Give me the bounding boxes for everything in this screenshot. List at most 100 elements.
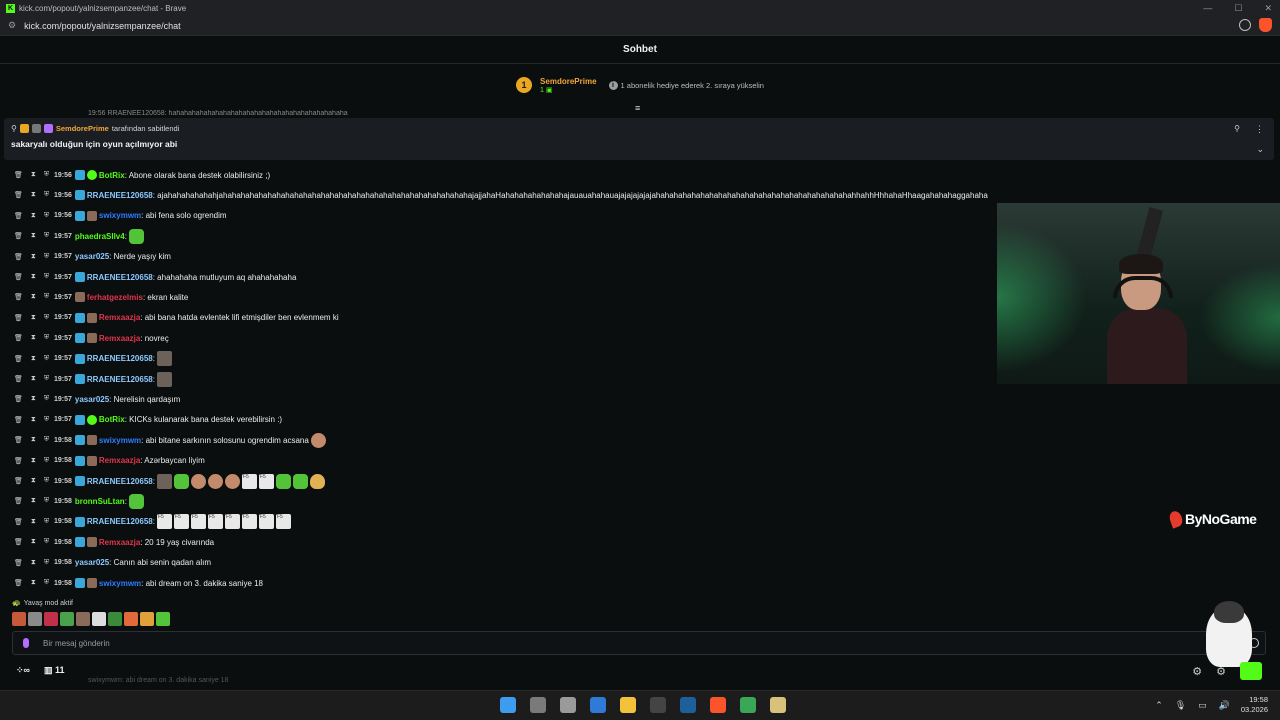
minimize-button[interactable]: — — [1203, 3, 1212, 13]
network-icon[interactable]: ▭ — [1198, 700, 1207, 711]
chevron-up-icon[interactable]: ⌃ — [1155, 700, 1163, 711]
ban-icon[interactable]: ⛨ — [44, 477, 49, 485]
message-username[interactable]: yasar025 — [75, 252, 109, 261]
photos-icon[interactable] — [590, 697, 606, 713]
message-username[interactable]: Remxaazja — [99, 538, 140, 547]
ban-icon[interactable]: ⛨ — [44, 355, 49, 363]
settings-icon[interactable]: ⚙ — [1216, 665, 1226, 678]
delete-icon[interactable]: 🗑 — [14, 559, 23, 567]
delete-icon[interactable]: 🗑 — [14, 293, 23, 301]
mod-actions[interactable]: 🗑 ⧗ ⛨ — [14, 355, 54, 363]
timeout-icon[interactable]: ⧗ — [31, 293, 36, 301]
emote-icon[interactable] — [44, 612, 58, 626]
mod-actions[interactable]: 🗑 ⧗ ⛨ — [14, 579, 54, 587]
timeout-icon[interactable]: ⧗ — [31, 416, 36, 424]
ban-icon[interactable]: ⛨ — [44, 416, 49, 424]
snipping-icon[interactable] — [560, 697, 576, 713]
steam-icon[interactable] — [680, 697, 696, 713]
gift-count-box[interactable]: ▥ 11 — [44, 665, 65, 676]
message-username[interactable]: Remxaazja — [99, 456, 140, 465]
mod-actions[interactable]: 🗑 ⧗ ⛨ — [14, 232, 54, 240]
mod-actions[interactable]: 🗑 ⧗ ⛨ — [14, 457, 54, 465]
task-view-icon[interactable] — [530, 697, 546, 713]
windows-start-icon[interactable] — [500, 697, 516, 713]
scroll-to-latest-icon[interactable]: ≡ — [635, 103, 640, 113]
ban-icon[interactable]: ⛨ — [44, 191, 49, 199]
brave-taskbar-icon[interactable] — [710, 697, 726, 713]
ban-icon[interactable]: ⛨ — [44, 273, 49, 281]
pinned-by-user[interactable]: SemdorePrime — [56, 124, 109, 133]
message-username[interactable]: swixymwm — [99, 579, 141, 588]
mod-actions[interactable]: 🗑 ⧗ ⛨ — [14, 375, 54, 383]
emote-icon[interactable] — [76, 612, 90, 626]
delete-icon[interactable]: 🗑 — [14, 232, 23, 240]
message-username[interactable]: yasar025 — [75, 558, 109, 567]
delete-icon[interactable]: 🗑 — [14, 191, 23, 199]
unpin-icon[interactable]: ⚲ — [1234, 124, 1240, 133]
volume-icon[interactable]: 🔊 — [1219, 700, 1230, 711]
delete-icon[interactable]: 🗑 — [14, 579, 23, 587]
ban-icon[interactable]: ⛨ — [44, 253, 49, 261]
emote-icon[interactable] — [28, 612, 42, 626]
microphone-icon[interactable] — [23, 638, 29, 648]
timeout-icon[interactable]: ⧗ — [31, 457, 36, 465]
zoom-icon[interactable] — [1239, 19, 1251, 31]
delete-icon[interactable]: 🗑 — [14, 457, 23, 465]
message-input[interactable] — [43, 638, 943, 648]
emote-icon[interactable] — [92, 612, 106, 626]
mod-actions[interactable]: 🗑 ⧗ ⛨ — [14, 518, 54, 526]
mod-actions[interactable]: 🗑 ⧗ ⛨ — [14, 191, 54, 199]
ban-icon[interactable]: ⛨ — [44, 579, 49, 587]
mod-actions[interactable]: 🗑 ⧗ ⛨ — [14, 273, 54, 281]
delete-icon[interactable]: 🗑 — [14, 171, 23, 179]
ban-icon[interactable]: ⛨ — [44, 171, 49, 179]
timeout-icon[interactable]: ⧗ — [31, 538, 36, 546]
timeout-icon[interactable]: ⧗ — [31, 355, 36, 363]
address-bar[interactable]: ⚙ kick.com/popout/yalnizsempanzee/chat — [0, 16, 1280, 36]
timeout-icon[interactable]: ⧗ — [31, 232, 36, 240]
brave-shields-icon[interactable] — [1259, 18, 1272, 32]
ban-icon[interactable]: ⛨ — [44, 518, 49, 526]
delete-icon[interactable]: 🗑 — [14, 334, 23, 342]
timeout-icon[interactable]: ⧗ — [31, 212, 36, 220]
gear-icon[interactable]: ⚙ — [1192, 665, 1202, 678]
delete-icon[interactable]: 🗑 — [14, 395, 23, 403]
mod-actions[interactable]: 🗑 ⧗ ⛨ — [14, 314, 54, 322]
message-username[interactable]: BotRix — [99, 171, 125, 180]
delete-icon[interactable]: 🗑 — [14, 416, 23, 424]
timeout-icon[interactable]: ⧗ — [31, 191, 36, 199]
message-username[interactable]: yasar025 — [75, 395, 109, 404]
delete-icon[interactable]: 🗑 — [14, 538, 23, 546]
ban-icon[interactable]: ⛨ — [44, 538, 49, 546]
mod-actions[interactable]: 🗑 ⧗ ⛨ — [14, 171, 54, 179]
timeout-icon[interactable]: ⧗ — [31, 579, 36, 587]
app-icon[interactable] — [650, 697, 666, 713]
ban-icon[interactable]: ⛨ — [44, 232, 49, 240]
mod-actions[interactable]: 🗑 ⧗ ⛨ — [14, 253, 54, 261]
timeout-icon[interactable]: ⧗ — [31, 334, 36, 342]
message-username[interactable]: swixymwm — [99, 211, 141, 220]
maximize-button[interactable]: ☐ — [1234, 3, 1242, 14]
message-username[interactable]: phaedraSllv4 — [75, 232, 125, 241]
mod-actions[interactable]: 🗑 ⧗ ⛨ — [14, 293, 54, 301]
ban-icon[interactable]: ⛨ — [44, 457, 49, 465]
delete-icon[interactable]: 🗑 — [14, 314, 23, 322]
message-username[interactable]: RRAENEE120658 — [87, 273, 153, 282]
ban-icon[interactable]: ⛨ — [44, 293, 49, 301]
message-username[interactable]: RRAENEE120658 — [87, 191, 153, 200]
delete-icon[interactable]: 🗑 — [14, 212, 23, 220]
message-username[interactable]: Remxaazja — [99, 313, 140, 322]
mod-actions[interactable]: 🗑 ⧗ ⛨ — [14, 538, 54, 546]
timeout-icon[interactable]: ⧗ — [31, 559, 36, 567]
timeout-icon[interactable]: ⧗ — [31, 436, 36, 444]
delete-icon[interactable]: 🗑 — [14, 518, 23, 526]
emote-icon[interactable] — [124, 612, 138, 626]
file-explorer-icon[interactable] — [620, 697, 636, 713]
mod-actions[interactable]: 🗑 ⧗ ⛨ — [14, 477, 54, 485]
app-icon[interactable] — [770, 697, 786, 713]
message-username[interactable]: ferhatgezelmis — [87, 293, 143, 302]
message-username[interactable]: RRAENEE120658 — [87, 375, 153, 384]
delete-icon[interactable]: 🗑 — [14, 436, 23, 444]
timeout-icon[interactable]: ⧗ — [31, 253, 36, 261]
delete-icon[interactable]: 🗑 — [14, 253, 23, 261]
